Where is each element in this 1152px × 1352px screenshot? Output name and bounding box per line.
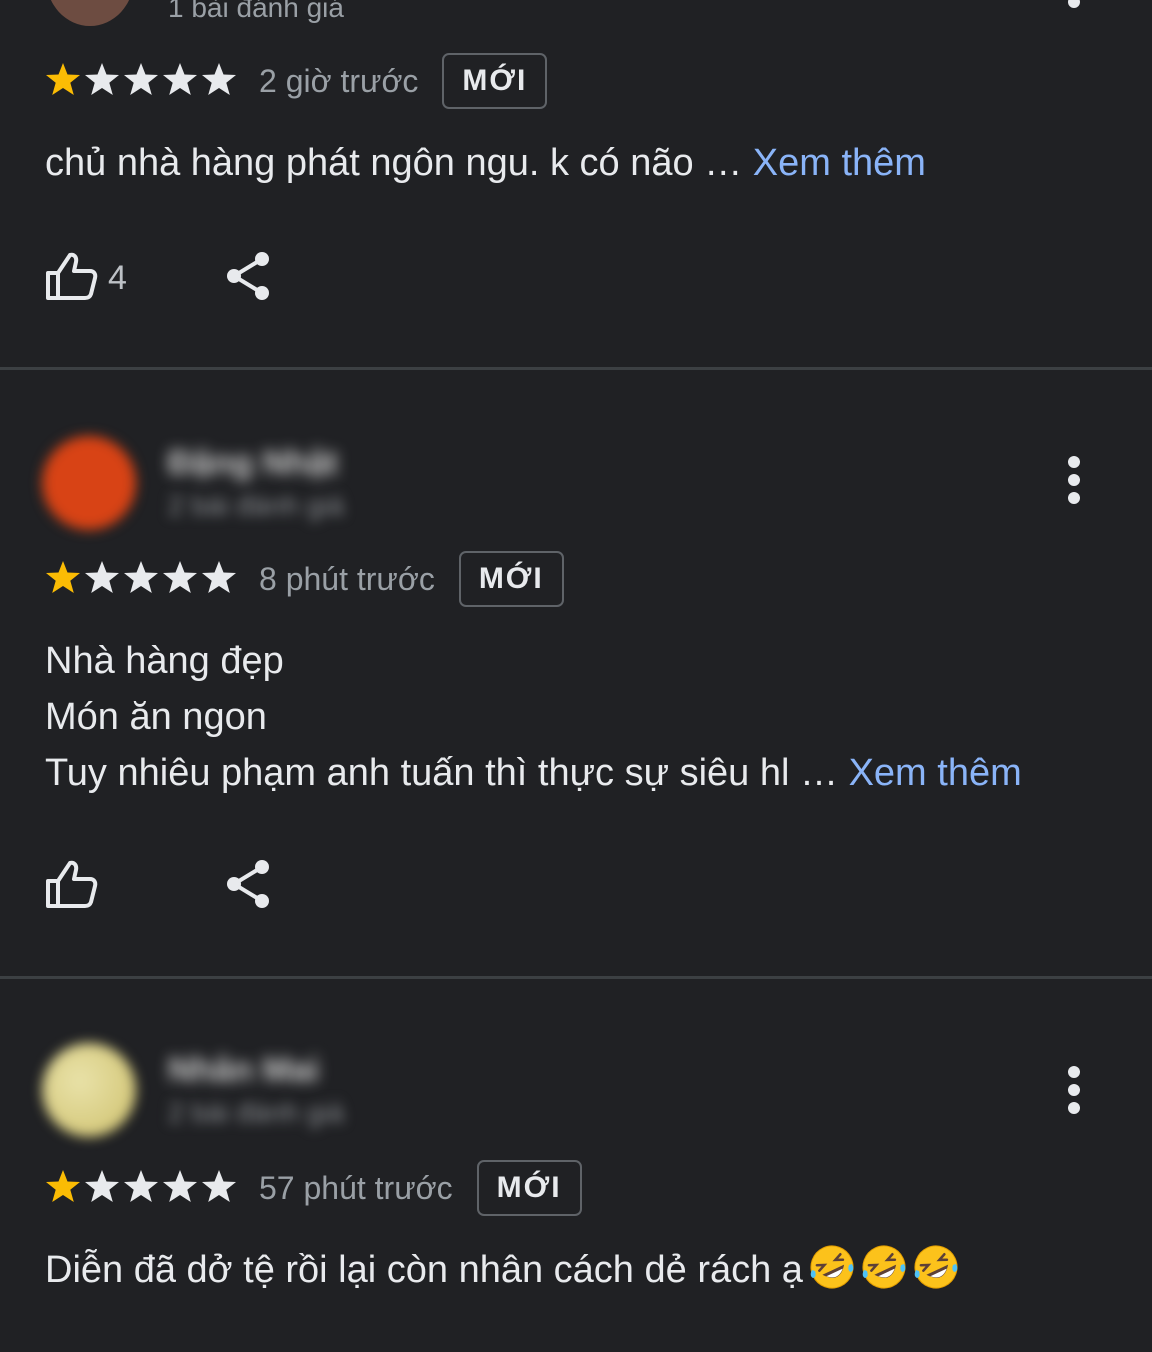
review-count: 1 bài đánh giá bbox=[168, 0, 344, 23]
star-empty-icon bbox=[122, 61, 161, 102]
more-vert-icon[interactable] bbox=[1054, 0, 1094, 20]
review-text: chủ nhà hàng phát ngôn ngu. k có não … X… bbox=[45, 135, 1112, 191]
see-more-link[interactable]: Xem thêm bbox=[849, 752, 1022, 794]
star-rating bbox=[44, 559, 239, 600]
review-count: 2 bài đánh giá bbox=[168, 1097, 344, 1128]
thumbs-up-icon bbox=[44, 859, 98, 914]
star-filled-icon bbox=[44, 61, 83, 102]
star-rating bbox=[44, 61, 239, 102]
star-empty-icon bbox=[161, 559, 200, 600]
rolling-on-floor-laughing-emoji bbox=[809, 1244, 855, 1290]
more-vert-icon[interactable] bbox=[1054, 450, 1094, 510]
rating-row: 57 phút trước MỚI bbox=[44, 1158, 582, 1218]
star-empty-icon bbox=[83, 61, 122, 102]
rating-row: 2 giờ trước MỚI bbox=[44, 51, 548, 111]
review-card: Đặng Nhật 2 bài đánh giá 8 phút trước MỚ… bbox=[0, 370, 1152, 977]
review-text-line: chủ nhà hàng phát ngôn ngu. k có não … bbox=[45, 142, 753, 184]
new-badge: MỚI bbox=[458, 551, 564, 607]
avatar[interactable] bbox=[42, 436, 136, 530]
review-count: 2 bài đánh giá bbox=[168, 490, 344, 521]
star-filled-icon bbox=[44, 1168, 83, 1209]
star-empty-icon bbox=[122, 1168, 161, 1209]
star-empty-icon bbox=[122, 559, 161, 600]
review-time: 2 giờ trước bbox=[259, 62, 419, 99]
thumbs-up-icon bbox=[44, 251, 98, 306]
share-icon bbox=[224, 858, 272, 915]
star-empty-icon bbox=[161, 61, 200, 102]
like-button[interactable] bbox=[44, 859, 224, 914]
rolling-on-floor-laughing-emoji bbox=[861, 1244, 907, 1290]
review-card: Nhân Mai 2 bài đánh giá 57 phút trước MỚ… bbox=[0, 979, 1152, 1352]
review-text-line: Món ăn ngon bbox=[45, 696, 267, 738]
rating-row: 8 phút trước MỚI bbox=[44, 549, 564, 609]
author-name[interactable]: Nhân Mai bbox=[168, 1051, 319, 1090]
emoji-group bbox=[803, 1245, 959, 1291]
star-empty-icon bbox=[200, 61, 239, 102]
review-text-line: Tuy nhiêu phạm anh tuấn thì thực sự siêu… bbox=[45, 752, 849, 794]
avatar[interactable] bbox=[42, 1043, 136, 1137]
like-button[interactable]: 4 bbox=[44, 251, 224, 306]
star-empty-icon bbox=[161, 1168, 200, 1209]
avatar[interactable] bbox=[46, 0, 134, 26]
review-actions: 4 bbox=[44, 243, 272, 313]
share-icon bbox=[224, 250, 272, 307]
new-badge: MỚI bbox=[476, 1160, 582, 1216]
like-count: 4 bbox=[108, 258, 127, 297]
review-time: 57 phút trước bbox=[259, 1169, 453, 1206]
review-actions bbox=[44, 851, 272, 921]
more-vert-icon[interactable] bbox=[1054, 1060, 1094, 1120]
rolling-on-floor-laughing-emoji bbox=[913, 1244, 959, 1290]
star-empty-icon bbox=[200, 559, 239, 600]
review-text-line: Diễn đã dở tệ rồi lại còn nhân cách dẻ r… bbox=[45, 1249, 803, 1291]
star-empty-icon bbox=[83, 559, 122, 600]
author-name[interactable]: Đặng Nhật bbox=[168, 444, 338, 483]
review-text-line: Nhà hàng đẹp bbox=[45, 640, 284, 682]
review-text: Diễn đã dở tệ rồi lại còn nhân cách dẻ r… bbox=[45, 1242, 1112, 1298]
star-rating bbox=[44, 1168, 239, 1209]
share-button[interactable] bbox=[224, 250, 272, 307]
new-badge: MỚI bbox=[442, 53, 548, 109]
star-empty-icon bbox=[83, 1168, 122, 1209]
review-card: 1 bài đánh giá 2 giờ trước MỚI chủ nhà h… bbox=[0, 0, 1152, 368]
review-time: 8 phút trước bbox=[259, 560, 435, 597]
star-empty-icon bbox=[200, 1168, 239, 1209]
star-filled-icon bbox=[44, 559, 83, 600]
review-text: Nhà hàng đẹp Món ăn ngon Tuy nhiêu phạm … bbox=[45, 633, 1112, 801]
share-button[interactable] bbox=[224, 858, 272, 915]
see-more-link[interactable]: Xem thêm bbox=[753, 142, 926, 184]
